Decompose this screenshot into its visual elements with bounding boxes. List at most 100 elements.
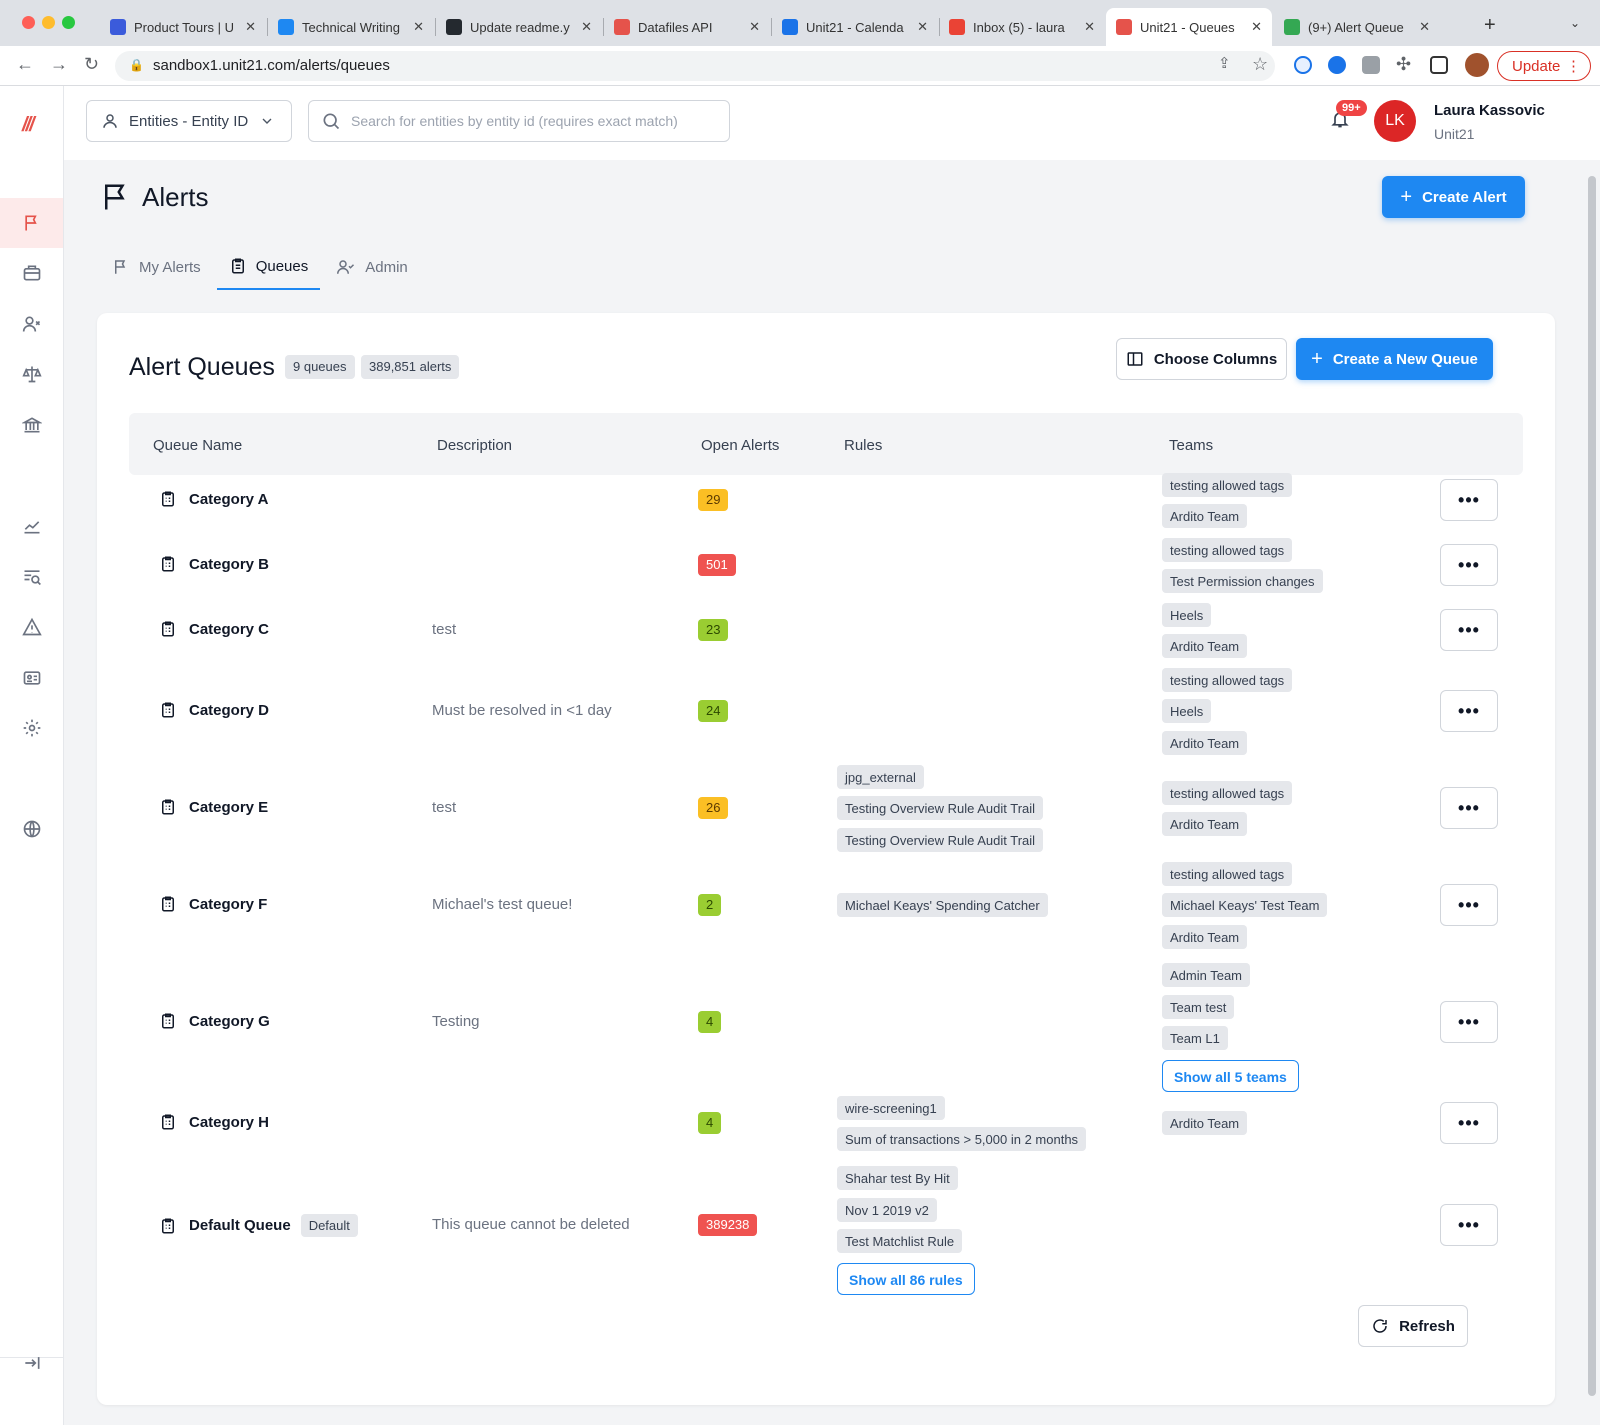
id-card-icon[interactable]	[0, 653, 63, 703]
browser-tab[interactable]: Technical Writing ✕	[268, 8, 434, 46]
rule-tag[interactable]: Test Matchlist Rule	[837, 1229, 963, 1253]
tab-admin[interactable]: Admin	[324, 244, 420, 290]
queue-name[interactable]: Category G	[159, 1011, 270, 1031]
team-tag[interactable]: testing allowed tags	[1162, 780, 1293, 805]
tab-close-icon[interactable]: ✕	[1084, 19, 1095, 35]
team-tag[interactable]: Team L1	[1162, 1026, 1228, 1050]
create-queue-button[interactable]: + Create a New Queue	[1296, 338, 1493, 380]
queue-name[interactable]: Category C	[159, 619, 269, 639]
browser-tab[interactable]: Product Tours | U ✕	[100, 8, 266, 46]
queue-name[interactable]: Category H	[159, 1112, 269, 1132]
open-alerts-count[interactable]: 29	[698, 489, 729, 511]
entity-type-select[interactable]: Entities - Entity ID	[86, 100, 292, 142]
share-icon[interactable]: ⇪	[1218, 54, 1231, 72]
rule-tag[interactable]: Shahar test By Hit	[837, 1166, 958, 1190]
row-more-button[interactable]: •••	[1440, 690, 1498, 732]
url-field[interactable]: 🔒 sandbox1.unit21.com/alerts/queues	[115, 51, 1275, 81]
unit21-logo[interactable]: ///	[22, 114, 35, 137]
rule-tag[interactable]: jpg_external	[837, 764, 924, 789]
team-tag[interactable]: testing allowed tags	[1162, 537, 1293, 562]
row-more-button[interactable]: •••	[1440, 1001, 1498, 1043]
col-description[interactable]: Description	[437, 437, 512, 454]
team-tag[interactable]: Team test	[1162, 994, 1235, 1019]
tab-close-icon[interactable]: ✕	[413, 19, 424, 35]
browser-tab[interactable]: Update readme.y ✕	[436, 8, 602, 46]
chart-icon[interactable]	[0, 501, 63, 551]
open-alerts-count[interactable]: 26	[698, 797, 729, 819]
profile-avatar[interactable]	[1465, 53, 1489, 77]
show-all-rules-button[interactable]: Show all 86 rules	[837, 1262, 975, 1295]
close-window-button[interactable]	[22, 16, 35, 29]
tab-queues[interactable]: Queues	[216, 244, 321, 290]
tab-close-icon[interactable]: ✕	[1251, 19, 1262, 35]
rule-tag[interactable]: Sum of transactions > 5,000 in 2 months	[837, 1127, 1087, 1151]
queue-name[interactable]: Category D	[159, 700, 269, 720]
warning-icon[interactable]	[0, 602, 63, 652]
team-tag[interactable]: Ardito Team	[1162, 1111, 1248, 1136]
team-tag[interactable]: testing allowed tags	[1162, 667, 1293, 692]
search-input[interactable]	[351, 113, 711, 129]
extension-icon[interactable]	[1362, 56, 1380, 74]
rule-tag[interactable]: Nov 1 2019 v2	[837, 1197, 937, 1222]
search-list-icon[interactable]	[0, 552, 63, 602]
open-alerts-count[interactable]: 4	[698, 1112, 722, 1134]
tab-close-icon[interactable]: ✕	[749, 19, 760, 35]
col-rules[interactable]: Rules	[844, 437, 882, 454]
maximize-window-button[interactable]	[62, 16, 75, 29]
queue-name[interactable]: Category A	[159, 489, 268, 509]
queue-name[interactable]: Category F	[159, 894, 267, 914]
sidepanel-icon[interactable]	[1430, 56, 1448, 74]
browser-tab[interactable]: (9+) Alert Queue ✕	[1274, 8, 1440, 46]
team-tag[interactable]: testing allowed tags	[1162, 472, 1293, 497]
browser-tab[interactable]: Unit21 - Queues ✕	[1106, 8, 1272, 46]
col-open-alerts[interactable]: Open Alerts	[701, 437, 779, 454]
col-teams[interactable]: Teams	[1169, 437, 1213, 454]
show-all-teams-button[interactable]: Show all 5 teams	[1162, 1059, 1299, 1092]
queue-name[interactable]: Default Queue Default	[159, 1214, 358, 1237]
collapse-icon[interactable]	[0, 1338, 63, 1388]
page-scrollbar[interactable]	[1588, 176, 1596, 1396]
row-more-button[interactable]: •••	[1440, 787, 1498, 829]
team-tag[interactable]: Ardito Team	[1162, 730, 1248, 755]
flag-icon[interactable]	[0, 198, 63, 248]
tab-close-icon[interactable]: ✕	[1419, 19, 1430, 35]
choose-columns-button[interactable]: Choose Columns	[1116, 338, 1287, 380]
tab-my-alerts[interactable]: My Alerts	[100, 244, 213, 290]
team-tag[interactable]: Admin Team	[1162, 963, 1251, 987]
queue-name[interactable]: Category E	[159, 797, 268, 817]
rule-tag[interactable]: Testing Overview Rule Audit Trail	[837, 796, 1044, 821]
open-alerts-count[interactable]: 4	[698, 1011, 722, 1033]
bank-icon[interactable]	[0, 400, 63, 450]
team-tag[interactable]: Heels	[1162, 602, 1212, 627]
row-more-button[interactable]: •••	[1440, 1204, 1498, 1246]
open-alerts-count[interactable]: 2	[698, 894, 722, 916]
tab-list-chevron-icon[interactable]: ⌄	[1570, 16, 1580, 30]
extension-icon[interactable]	[1328, 56, 1346, 74]
tab-close-icon[interactable]: ✕	[245, 19, 256, 35]
browser-tab[interactable]: Datafiles API ✕	[604, 8, 770, 46]
team-tag[interactable]: Ardito Team	[1162, 634, 1248, 658]
team-tag[interactable]: Michael Keays' Test Team	[1162, 893, 1328, 918]
team-tag[interactable]: Ardito Team	[1162, 504, 1248, 528]
star-icon[interactable]: ☆	[1252, 54, 1268, 75]
row-more-button[interactable]: •••	[1440, 609, 1498, 651]
briefcase-icon[interactable]	[0, 248, 63, 298]
team-tag[interactable]: Heels	[1162, 699, 1212, 724]
col-queue-name[interactable]: Queue Name	[153, 437, 242, 454]
extension-icon[interactable]	[1294, 56, 1312, 74]
open-alerts-count[interactable]: 23	[698, 619, 729, 641]
user-x-icon[interactable]	[0, 299, 63, 349]
minimize-window-button[interactable]	[42, 16, 55, 29]
queue-name[interactable]: Category B	[159, 554, 269, 574]
open-alerts-count[interactable]: 501	[698, 554, 736, 576]
tab-close-icon[interactable]: ✕	[581, 19, 592, 35]
tab-close-icon[interactable]: ✕	[917, 19, 928, 35]
scale-icon[interactable]	[0, 349, 63, 399]
update-button[interactable]: Update ⋮	[1497, 51, 1591, 81]
row-more-button[interactable]: •••	[1440, 884, 1498, 926]
open-alerts-count[interactable]: 389238	[698, 1214, 758, 1236]
create-alert-button[interactable]: + Create Alert	[1382, 176, 1525, 218]
refresh-button[interactable]: Refresh	[1358, 1305, 1468, 1347]
team-tag[interactable]: Ardito Team	[1162, 812, 1248, 836]
row-more-button[interactable]: •••	[1440, 479, 1498, 521]
